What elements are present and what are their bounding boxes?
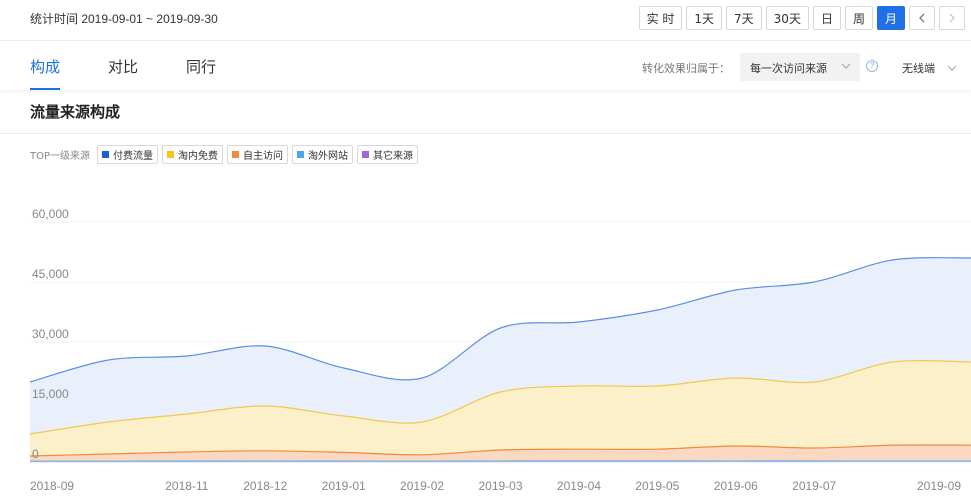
section-title: 流量来源构成 xyxy=(30,103,121,121)
legend-swatch xyxy=(102,151,110,158)
tab-peers[interactable]: 同行 xyxy=(186,56,216,77)
chevron-left-icon[interactable] xyxy=(909,6,935,30)
period-selector: 实 时 1天 7天 30天 日 周 月 xyxy=(638,6,965,30)
tab-composition[interactable]: 构成 xyxy=(30,56,60,77)
x-tick-label: 2019-05 xyxy=(635,479,679,493)
legend-swatch xyxy=(167,151,175,158)
legend-title: TOP一级来源 xyxy=(30,151,91,162)
x-tick-label: 2019-07 xyxy=(792,479,836,493)
active-tab-indicator xyxy=(30,88,60,90)
tab-bar: 构成 对比 同行 转化效果归属于： 每一次访问来源 ? 无线端 xyxy=(0,40,971,90)
x-tick-label: 2018-12 xyxy=(243,479,287,493)
tab-compare[interactable]: 对比 xyxy=(108,56,138,77)
period-button-month[interactable]: 月 xyxy=(876,6,905,30)
legend-item-label: 自主访问 xyxy=(243,151,284,162)
period-button-day[interactable]: 日 xyxy=(812,6,841,30)
legend-item-external[interactable]: 淘外网站 xyxy=(292,145,354,164)
legend-swatch xyxy=(362,151,370,158)
series-areas xyxy=(30,257,971,462)
legend-item-paid[interactable]: 付费流量 xyxy=(97,145,159,164)
legend-swatch xyxy=(297,151,305,158)
device-select[interactable]: 无线端 xyxy=(902,60,957,76)
y-tick-label: 30,000 xyxy=(32,327,69,341)
y-tick-label: 60,000 xyxy=(32,207,69,221)
attribution-select[interactable]: 每一次访问来源 xyxy=(740,53,860,81)
x-tick-label: 2019-06 xyxy=(714,479,758,493)
x-tick-label: 2019-04 xyxy=(557,479,601,493)
attribution-label: 转化效果归属于： xyxy=(642,62,730,75)
legend-item-other[interactable]: 其它来源 xyxy=(357,145,419,164)
legend-item-label: 付费流量 xyxy=(113,151,154,162)
legend-item-label: 其它来源 xyxy=(373,151,414,162)
traffic-area-chart: 0 15,000 30,000 45,000 60,000 2018-09 2018-11… xyxy=(29,207,971,493)
device-select-value: 无线端 xyxy=(902,62,935,75)
y-tick-label: 45,000 xyxy=(32,267,69,281)
x-axis-ticks: 2018-09 2018-11 2018-12 2019-01 2019-02 2019-… xyxy=(30,479,961,493)
y-tick-label: 0 xyxy=(32,447,39,461)
chevron-down-icon xyxy=(943,62,957,75)
period-button-7day[interactable]: 7天 xyxy=(726,6,762,30)
legend-item-label: 淘内免费 xyxy=(178,151,219,162)
legend-item-taobao-free[interactable]: 淘内免费 xyxy=(162,145,224,164)
period-button-week[interactable]: 周 xyxy=(844,6,873,30)
period-button-1day[interactable]: 1天 xyxy=(686,6,723,30)
x-tick-label: 2018-09 xyxy=(30,479,74,493)
period-button-30day[interactable]: 30天 xyxy=(765,6,809,30)
question-circle-icon[interactable]: ? xyxy=(866,60,878,72)
x-tick-label: 2019-02 xyxy=(400,479,444,493)
attribution-select-value: 每一次访问来源 xyxy=(750,62,827,75)
legend-item-direct[interactable]: 自主访问 xyxy=(227,145,289,164)
period-button-realtime[interactable]: 实 时 xyxy=(638,6,683,30)
chevron-right-icon[interactable] xyxy=(939,6,965,30)
x-tick-label: 2019-09 xyxy=(917,479,961,493)
legend-swatch xyxy=(232,151,240,158)
date-range-label: 统计时间 2019-09-01 ~ 2019-09-30 xyxy=(30,12,218,26)
x-tick-label: 2019-01 xyxy=(322,479,366,493)
chevron-down-icon xyxy=(841,60,851,73)
legend-item-label: 淘外网站 xyxy=(308,151,349,162)
x-tick-label: 2018-11 xyxy=(165,479,208,493)
chart-legend: TOP一级来源 付费流量 淘内免费 自主访问 淘外网站 其它来源 xyxy=(30,145,419,164)
date-bar: 统计时间 2019-09-01 ~ 2019-09-30 实 时 1天 7天 3… xyxy=(0,0,971,40)
divider xyxy=(0,133,971,134)
y-tick-label: 15,000 xyxy=(32,387,69,401)
x-tick-label: 2019-03 xyxy=(478,479,522,493)
